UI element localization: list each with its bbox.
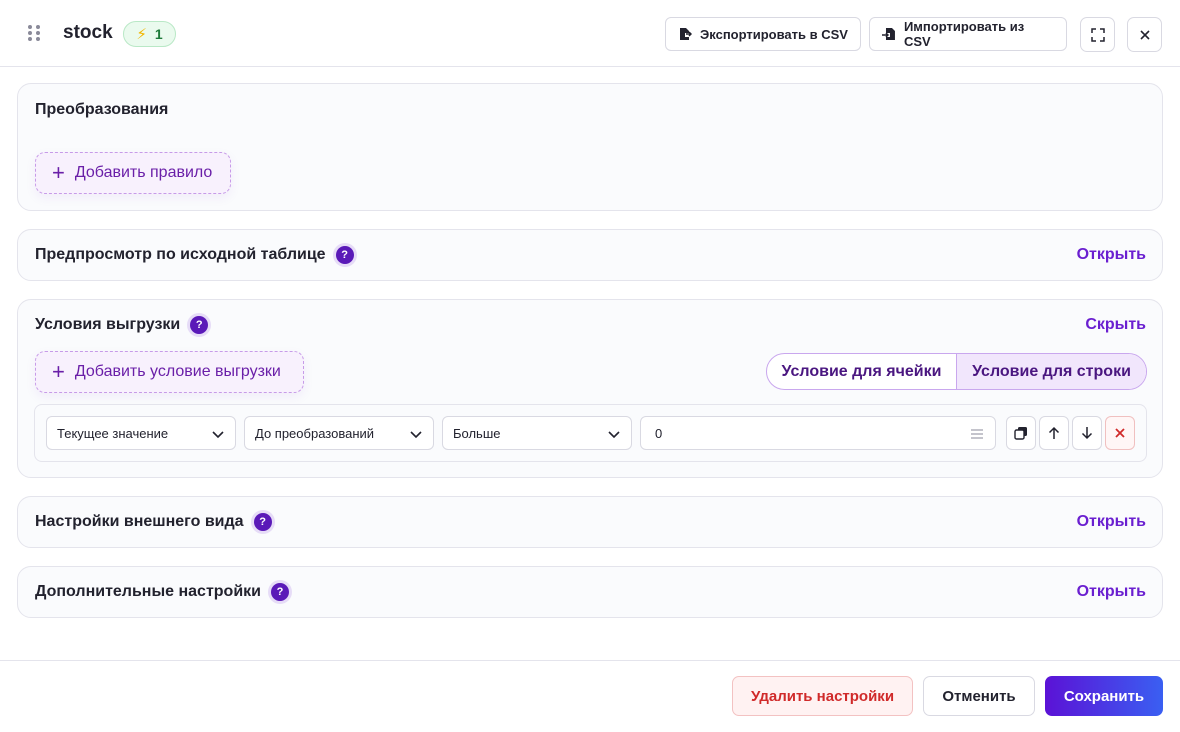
appearance-title: Настройки внешнего вида — [35, 513, 244, 530]
badge-count: 1 — [154, 26, 163, 42]
preview-title: Предпросмотр по исходной таблице — [35, 246, 326, 263]
condition-value: 0 — [655, 425, 663, 441]
dialog-footer: Удалить настройки Отменить Сохранить — [0, 660, 1180, 732]
preview-section: Предпросмотр по исходной таблице ? Откры… — [17, 229, 1163, 281]
status-badge: ⚡ 1 — [123, 21, 176, 47]
segment-row-condition[interactable]: Условие для строки — [957, 354, 1146, 389]
add-rule-label: Добавить правило — [74, 164, 213, 181]
move-down-button[interactable] — [1072, 416, 1102, 450]
condition-type-toggle: Условие для ячейки Условие для строки — [766, 353, 1147, 390]
expand-icon — [1090, 27, 1105, 42]
move-up-button[interactable] — [1039, 416, 1069, 450]
additional-open-link[interactable]: Открыть — [1077, 583, 1146, 601]
close-icon — [1139, 29, 1150, 40]
stage-value: До преобразований — [255, 425, 375, 441]
appearance-section: Настройки внешнего вида ? Открыть — [17, 496, 1163, 548]
dialog-header: stock ⚡ 1 Экспортировать в CSV Импортиро… — [0, 0, 1180, 67]
delete-settings-button[interactable]: Удалить настройки — [732, 676, 913, 716]
copy-icon — [1014, 427, 1027, 440]
add-export-condition-button[interactable]: + Добавить условие выгрузки — [35, 351, 304, 393]
help-icon[interactable]: ? — [335, 246, 354, 264]
cancel-button[interactable]: Отменить — [923, 676, 1035, 716]
file-export-icon — [680, 28, 692, 40]
section-title: Преобразования — [35, 101, 169, 118]
section-title: Настройки внешнего вида ? — [35, 513, 272, 531]
close-button[interactable] — [1127, 17, 1162, 52]
stage-select[interactable]: До преобразований — [244, 416, 434, 450]
chevron-down-icon — [608, 431, 620, 439]
export-conditions-title: Условия выгрузки — [35, 316, 181, 333]
condition-value-input[interactable]: 0 — [640, 416, 996, 450]
add-export-condition-label: Добавить условие выгрузки — [74, 363, 281, 380]
help-icon[interactable]: ? — [190, 316, 209, 334]
section-title: Предпросмотр по исходной таблице ? — [35, 246, 354, 264]
appearance-open-link[interactable]: Открыть — [1077, 513, 1146, 531]
export-csv-button[interactable]: Экспортировать в CSV — [665, 17, 861, 51]
bolt-icon: ⚡ — [136, 26, 147, 43]
menu-lines-icon — [971, 429, 983, 439]
plus-icon: + — [52, 359, 65, 384]
section-title: Дополнительные настройки ? — [35, 583, 289, 601]
preview-open-link[interactable]: Открыть — [1077, 246, 1146, 264]
value-source-select[interactable]: Текущее значение — [46, 416, 236, 450]
fullscreen-button[interactable] — [1080, 17, 1115, 52]
add-rule-button[interactable]: + Добавить правило — [35, 152, 231, 194]
close-icon — [1115, 428, 1125, 438]
dialog-title: stock — [63, 22, 113, 43]
help-icon[interactable]: ? — [253, 513, 272, 531]
delete-condition-button[interactable] — [1105, 416, 1135, 450]
import-csv-label: Импортировать из CSV — [903, 19, 1025, 49]
chevron-down-icon — [212, 431, 224, 439]
drag-handle-icon[interactable] — [28, 25, 40, 41]
chevron-down-icon — [410, 431, 422, 439]
export-conditions-section: Условия выгрузки ? Скрыть + Добавить усл… — [17, 299, 1163, 478]
help-icon[interactable]: ? — [271, 583, 289, 601]
plus-icon: + — [52, 160, 65, 185]
export-csv-label: Экспортировать в CSV — [700, 26, 848, 42]
arrow-up-icon — [1048, 426, 1060, 439]
value-source-value: Текущее значение — [57, 425, 169, 441]
file-import-icon — [882, 28, 895, 40]
operator-select[interactable]: Больше — [442, 416, 632, 450]
save-button[interactable]: Сохранить — [1045, 676, 1163, 716]
arrow-down-icon — [1081, 427, 1093, 440]
section-title: Условия выгрузки ? — [35, 316, 209, 334]
additional-settings-section: Дополнительные настройки ? Открыть — [17, 566, 1163, 618]
import-csv-button[interactable]: Импортировать из CSV — [869, 17, 1067, 51]
duplicate-condition-button[interactable] — [1006, 416, 1036, 450]
condition-row: Текущее значение До преобразований Больш… — [34, 404, 1147, 462]
transformations-section: Преобразования + Добавить правило — [17, 83, 1163, 211]
export-conditions-hide-link[interactable]: Скрыть — [1085, 316, 1146, 334]
additional-title: Дополнительные настройки — [35, 583, 261, 600]
operator-value: Больше — [453, 425, 501, 441]
segment-cell-condition[interactable]: Условие для ячейки — [767, 354, 957, 389]
